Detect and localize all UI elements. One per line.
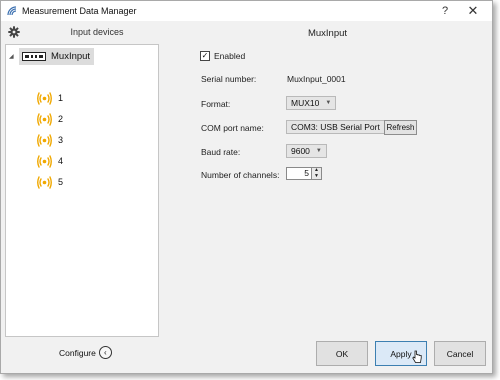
configure-toggle[interactable]: Configure ‹ (59, 346, 112, 359)
serial-number-value: MuxInput_0001 (287, 74, 346, 84)
help-button[interactable]: ? (432, 1, 458, 21)
baud-rate-label: Baud rate: (201, 147, 241, 157)
tree-item-channel-5[interactable]: 5 (36, 173, 63, 191)
signal-wave-icon (6, 5, 18, 17)
tree-item-channel-4[interactable]: 4 (36, 152, 63, 170)
channel-label: 5 (58, 177, 64, 187)
device-title: MuxInput (307, 28, 348, 39)
title-bar: Measurement Data Manager ? ✕ (1, 1, 492, 21)
channels-stepper[interactable]: 5 ▲ ▼ (286, 167, 322, 180)
channels-input[interactable]: 5 (286, 167, 312, 180)
window-title: Measurement Data Manager (22, 6, 137, 16)
broadcast-icon (37, 91, 52, 105)
tree-root-label: MuxInput (51, 50, 91, 62)
mux-device-icon (22, 51, 46, 61)
broadcast-icon (37, 112, 52, 126)
tree-item-muxinput[interactable]: ◢ MuxInput (6, 47, 95, 65)
gear-icon[interactable] (8, 26, 20, 38)
broadcast-icon (37, 133, 52, 147)
chevron-down-icon: ▼ (325, 100, 332, 106)
format-select[interactable]: MUX10 ▼ (286, 96, 337, 110)
tree-item-channel-2[interactable]: 2 (36, 110, 63, 128)
stepper-down-icon[interactable]: ▼ (312, 173, 321, 180)
channel-label: 1 (58, 93, 64, 103)
configure-label: Configure (59, 347, 96, 358)
chevron-down-icon: ▼ (315, 148, 322, 154)
input-devices-title: Input devices (70, 27, 124, 37)
serial-number-label: Serial number: (201, 74, 257, 84)
channel-label: 3 (58, 135, 64, 145)
input-devices-pane: Input devices ◢ MuxInput 1 2 3 4 5 Confi… (1, 21, 163, 373)
tree-item-selection[interactable]: MuxInput (19, 47, 95, 65)
cancel-button[interactable]: Cancel (434, 341, 486, 366)
baud-rate-select[interactable]: 9600 ▼ (286, 144, 327, 158)
stepper-buttons[interactable]: ▲ ▼ (312, 167, 322, 180)
close-button[interactable]: ✕ (460, 1, 486, 21)
format-value: MUX10 (291, 98, 320, 108)
channel-label: 4 (58, 156, 64, 166)
refresh-button[interactable]: Refresh (384, 120, 417, 135)
hand-cursor-icon (412, 350, 422, 363)
com-port-value: COM3: USB Serial Port (291, 122, 380, 132)
input-devices-header: Input devices (1, 21, 163, 45)
collapse-triangle-icon[interactable]: ◢ (9, 53, 17, 60)
broadcast-icon (37, 175, 52, 189)
tree-item-channel-1[interactable]: 1 (36, 89, 63, 107)
enabled-label: Enabled (214, 51, 246, 61)
device-tree[interactable]: ◢ MuxInput 1 2 3 4 5 (5, 44, 159, 337)
baud-rate-value: 9600 (291, 146, 310, 156)
format-label: Format: (201, 99, 231, 109)
com-port-select[interactable]: COM3: USB Serial Port ▼ (286, 120, 397, 134)
com-port-label: COM port name: (201, 123, 264, 133)
channel-label: 2 (58, 114, 64, 124)
enabled-checkbox[interactable]: ✓ Enabled (200, 51, 245, 61)
ok-button[interactable]: OK (316, 341, 368, 366)
number-of-channels-label: Number of channels: (201, 170, 280, 180)
chevron-left-icon[interactable]: ‹ (98, 346, 112, 359)
broadcast-icon (37, 154, 52, 168)
measurement-data-manager-window: Measurement Data Manager ? ✕ Input devic… (0, 0, 493, 374)
tree-item-channel-3[interactable]: 3 (36, 131, 63, 149)
checkbox-checked-icon[interactable]: ✓ (200, 51, 210, 61)
